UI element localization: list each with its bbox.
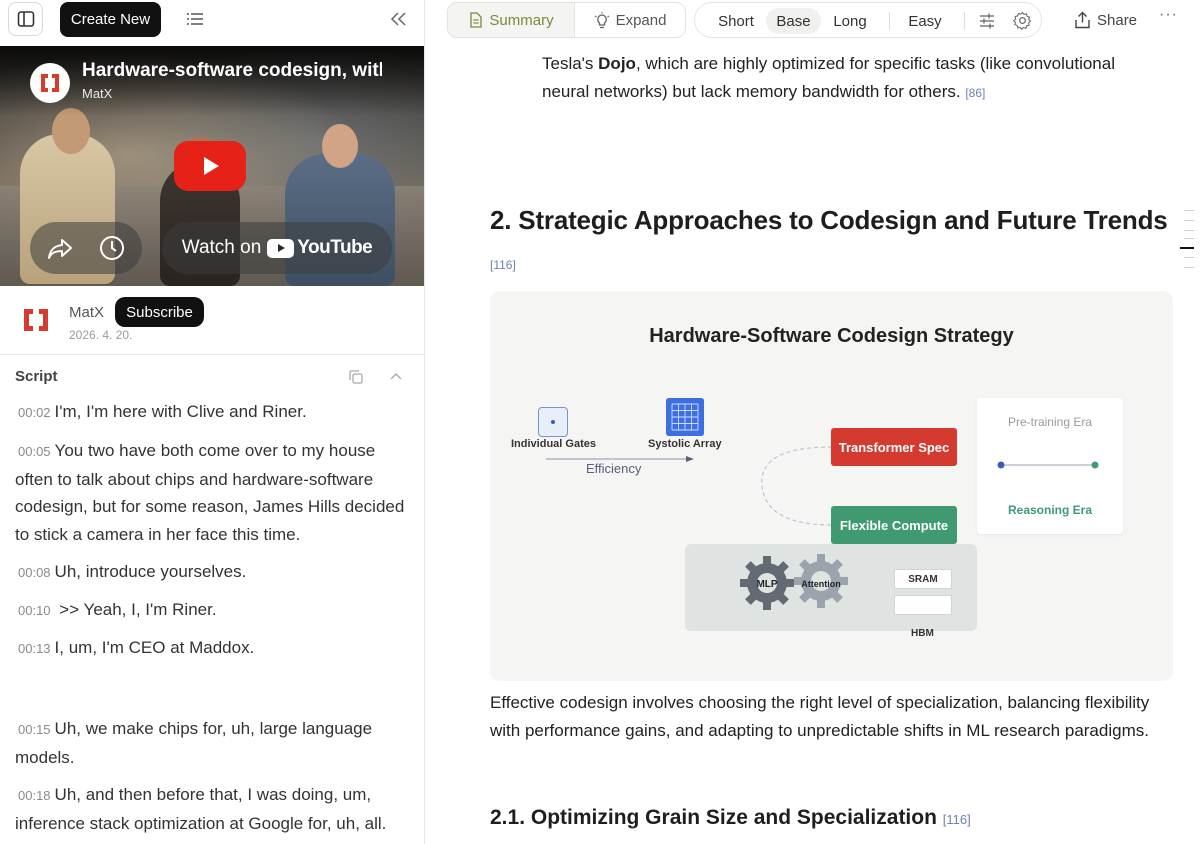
individual-gates-box — [538, 407, 568, 437]
timestamp[interactable]: 00:05 — [18, 444, 51, 459]
channel-info: MatX Subscribe 2026. 4. 20. — [0, 287, 424, 355]
lightbulb-icon — [594, 11, 609, 28]
flexible-compute-box: Flexible Compute — [831, 506, 957, 544]
systolic-array-grid — [666, 398, 704, 436]
create-new-button[interactable]: Create New — [60, 2, 161, 37]
outline-button[interactable] — [181, 4, 209, 34]
systolic-array-label: Systolic Array — [648, 438, 722, 450]
citation-link[interactable]: [116] — [490, 258, 516, 272]
watch-on-youtube-button[interactable]: Watch on YouTube — [162, 222, 392, 274]
length-selector: Short Base Long Easy — [694, 2, 1042, 38]
figure-title: Hardware-Software Codesign Strategy — [649, 325, 1014, 347]
citation-link[interactable]: [86] — [965, 86, 985, 100]
subscribe-button[interactable]: Subscribe — [115, 297, 204, 327]
length-base-button[interactable]: Base — [766, 8, 821, 34]
play-button[interactable] — [174, 141, 246, 191]
publish-date: 2026. 4. 20. — [69, 328, 133, 342]
script-line[interactable]: 00:05 You two have both come over to my h… — [15, 437, 410, 548]
toc-scroll-indicator[interactable] — [1180, 206, 1200, 276]
tab-summary[interactable]: Summary — [448, 3, 575, 37]
script-line[interactable]: 00:02 I'm, I'm here with Clive and Riner. — [15, 398, 410, 427]
channel-logo[interactable] — [30, 63, 70, 103]
gear-icon[interactable] — [1013, 11, 1032, 30]
script-line[interactable]: 00:10 >> Yeah, I, I'm Riner. — [15, 596, 410, 625]
video-title[interactable]: Hardware-software codesign, with — [82, 60, 382, 84]
length-long-button[interactable]: Long — [825, 8, 875, 34]
timestamp[interactable]: 00:02 — [18, 405, 51, 420]
video-panel: Create New Hardware-software codesign, w… — [0, 0, 425, 844]
youtube-play-icon — [267, 238, 295, 258]
left-toolbar: Create New — [0, 0, 424, 46]
watch-later-icon[interactable] — [99, 235, 125, 261]
length-short-button[interactable]: Short — [711, 8, 761, 34]
script-heading: Script — [15, 368, 58, 385]
collapse-panel-button[interactable] — [384, 4, 412, 34]
view-tabs: Summary Expand — [447, 2, 686, 38]
channel-avatar-icon[interactable] — [20, 304, 52, 336]
section-heading: 2. Strategic Approaches to Codesign and … — [490, 205, 1168, 235]
svg-text:MLP: MLP — [756, 579, 777, 590]
hbm-label: HBM — [911, 628, 934, 639]
double-chevron-left-icon — [390, 12, 406, 26]
sidebar-icon — [17, 11, 34, 27]
chevron-up-icon[interactable] — [387, 368, 405, 386]
timestamp[interactable]: 00:13 — [18, 641, 51, 656]
summary-panel: Summary Expand Short Base Long Easy Shar… — [426, 0, 1200, 844]
individual-gates-label: Individual Gates — [511, 438, 596, 450]
channel-name[interactable]: MatX — [69, 304, 104, 321]
era-timeline — [997, 461, 1099, 469]
citation-link[interactable]: [116] — [943, 812, 971, 827]
sliders-icon[interactable] — [978, 12, 996, 30]
script-line[interactable]: 00:08 Uh, introduce yourselves. — [15, 558, 410, 587]
tab-expand[interactable]: Expand — [575, 3, 685, 37]
video-channel-name[interactable]: MatX — [82, 86, 112, 101]
pre-training-era-label: Pre-training Era — [1007, 415, 1093, 429]
svg-text:Attention: Attention — [801, 579, 841, 589]
sidebar-toggle-button[interactable] — [8, 2, 43, 36]
video-embed[interactable]: Hardware-software codesign, with MatX Wa… — [0, 46, 424, 286]
youtube-logo: YouTube — [267, 237, 373, 259]
script-line[interactable]: 00:13 I, um, I'm CEO at Maddox. — [15, 634, 410, 663]
timestamp[interactable]: 00:18 — [18, 788, 51, 803]
script-line[interactable]: 00:15 Uh, we make chips for, uh, large la… — [15, 715, 410, 771]
efficiency-label: Efficiency — [586, 461, 642, 476]
timestamp[interactable]: 00:15 — [18, 722, 51, 737]
connector-curve — [761, 446, 833, 526]
list-icon — [187, 13, 203, 25]
era-card: Pre-training Era Reasoning Era — [977, 398, 1123, 534]
watch-on-label: Watch on — [181, 237, 262, 258]
share-arrow-icon[interactable] — [46, 236, 74, 262]
timestamp[interactable]: 00:08 — [18, 565, 51, 580]
difficulty-easy-button[interactable]: Easy — [900, 8, 950, 34]
copy-icon[interactable] — [347, 368, 365, 386]
hbm-block — [894, 595, 952, 615]
script-line[interactable]: 00:18 Uh, and then before that, I was doi… — [15, 781, 410, 837]
summary-paragraph: Tesla's Dojo, which are highly optimized… — [542, 54, 1115, 101]
timestamp[interactable]: 00:10 — [18, 603, 51, 618]
share-button[interactable]: Share — [1074, 8, 1137, 32]
upload-share-icon — [1075, 11, 1090, 29]
compute-gears-icon: MLP Attention — [740, 554, 848, 610]
codesign-figure[interactable]: Hardware-Software Codesign Strategy Indi… — [490, 291, 1173, 681]
summary-paragraph: Effective codesign involves choosing the… — [490, 693, 1150, 740]
matx-logo-icon — [41, 74, 59, 92]
play-icon — [204, 157, 219, 175]
sram-block: SRAM — [894, 569, 952, 589]
more-options-button[interactable]: ··· — [1159, 6, 1181, 30]
document-icon — [470, 12, 483, 28]
reasoning-era-label: Reasoning Era — [1007, 503, 1093, 517]
transformer-spec-box: Transformer Spec — [831, 428, 957, 466]
